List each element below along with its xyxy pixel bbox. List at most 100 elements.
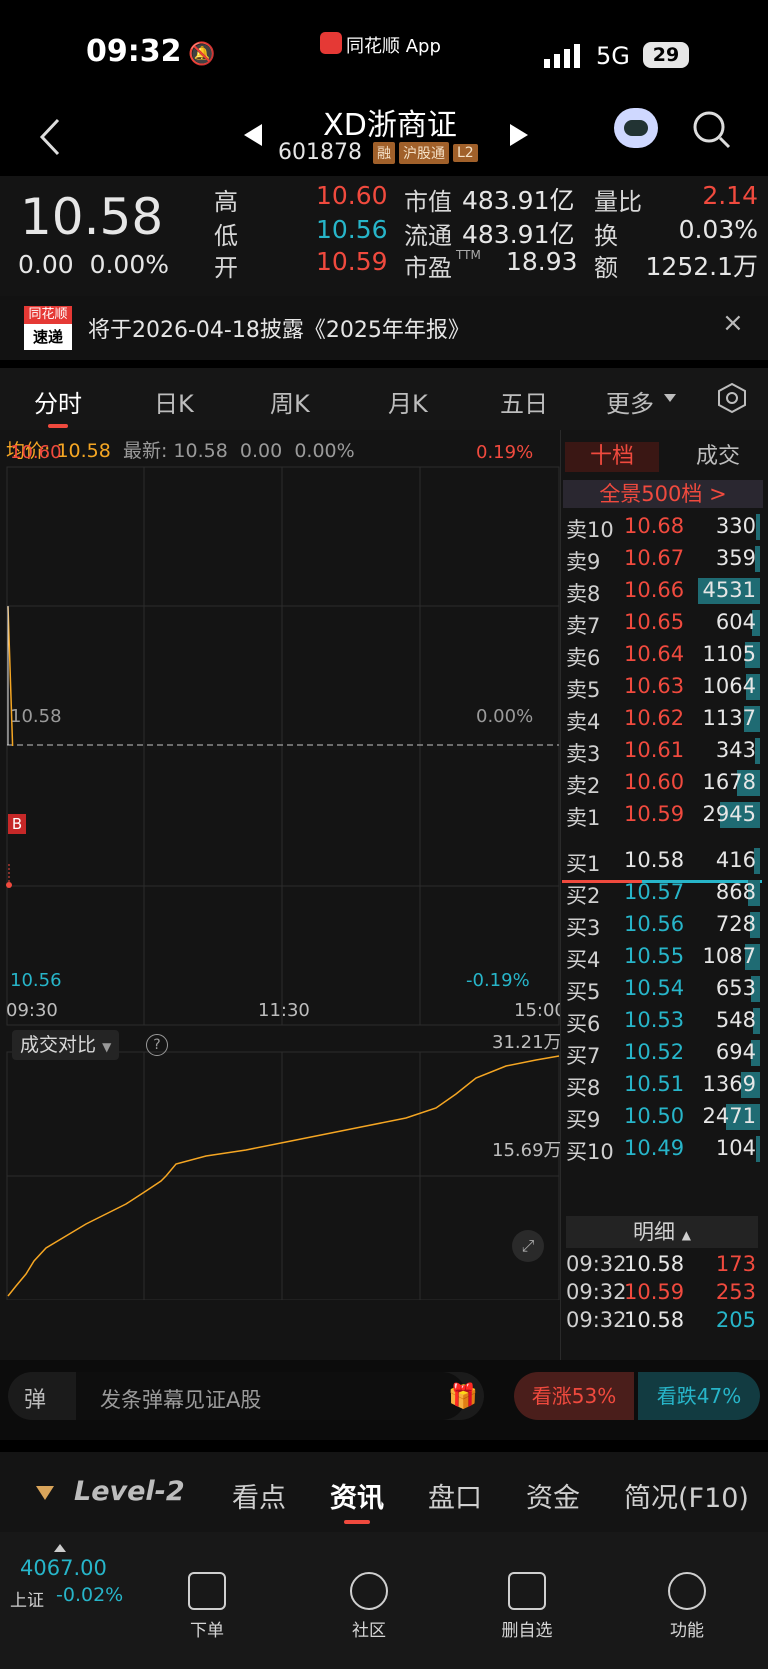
mktcap-label: 市值 [404,188,452,216]
tab-news[interactable]: 资讯 [330,1476,384,1515]
level-label: 买6 [566,1012,601,1036]
level-label: 卖8 [566,582,601,606]
menu-circle-icon [668,1572,706,1610]
ask-row[interactable]: 卖7 10.65 604 [562,606,760,640]
back-icon[interactable] [38,118,62,156]
tab-funds[interactable]: 资金 [526,1476,580,1515]
level-volume: 548 [715,1008,756,1032]
level-label: 买2 [566,884,601,908]
level-label: 卖10 [566,518,614,542]
bid-row[interactable]: 买1 10.58 416 [562,844,760,878]
tab-more[interactable]: 更多 [606,384,654,419]
tab-indicator [48,424,68,428]
nav-community[interactable]: 社区 [324,1572,414,1641]
help-icon[interactable]: ? [146,1034,168,1056]
bullish-vote-button[interactable]: 看涨53% [514,1372,634,1420]
tab-highlights[interactable]: 看点 [232,1476,286,1515]
close-icon[interactable]: × [722,308,744,338]
nav-remove-watchlist[interactable]: 删自选 [482,1572,572,1641]
index-value[interactable]: 4067.00 [20,1556,107,1580]
bid-row[interactable]: 买4 10.55 1087 [562,940,760,974]
assistant-robot-icon[interactable] [614,108,658,148]
status-app-name: 同花顺 App [346,36,441,57]
latest-chg: 0.00 [239,440,283,462]
danmu-input[interactable]: 弹 发条弹幕见证A股 🎁 [8,1372,484,1420]
latest-pct: 0.00% [294,440,355,462]
tab-overview[interactable]: 简况(F10) [624,1476,749,1515]
nav-order[interactable]: 下单 [162,1572,252,1641]
bid-row[interactable]: 买8 10.51 1369 [562,1068,760,1102]
ask-row[interactable]: 卖5 10.63 1064 [562,670,760,704]
amount-label: 额 [594,254,618,282]
search-icon[interactable] [692,110,732,150]
bottom-tab-indicator [344,1520,370,1524]
level-volume: 1064 [702,674,756,698]
tab-five-day[interactable]: 五日 [500,384,548,419]
bid-row[interactable]: 买2 10.57 868 [562,876,760,910]
ask-row[interactable]: 卖2 10.60 1678 [562,766,760,800]
buy-marker-badge[interactable]: B [8,814,26,834]
tab-weekly[interactable]: 周K [270,384,310,419]
volume-selector[interactable]: 成交对比 ▼ [12,1030,120,1060]
detail-header[interactable]: 明细 ▲ [566,1216,758,1248]
vol-top-label: 31.21万 [492,1032,562,1053]
intraday-chart[interactable] [6,466,560,1300]
bid-row[interactable]: 买5 10.54 653 [562,972,760,1006]
ask-row[interactable]: 卖4 10.62 1137 [562,702,760,736]
level-price: 10.56 [624,912,685,936]
level-label: 卖6 [566,646,601,670]
tab-monthly[interactable]: 月K [388,384,428,419]
level-price: 10.65 [624,610,685,634]
chart-period-tabs: 分时 日K 周K 月K 五日 更多 [0,368,768,430]
danmu-bar: 弹 发条弹幕见证A股 🎁 看涨53% 看跌47% [0,1360,768,1440]
level-price: 10.68 [624,514,685,538]
level-label: 买10 [566,1140,614,1164]
index-expand-icon[interactable] [54,1544,66,1552]
notice-badge-top: 同花顺 [24,306,72,324]
panorama-500-button[interactable]: 全景500档 > [563,480,763,508]
gift-icon[interactable]: 🎁 [448,1382,478,1410]
ask-row[interactable]: 卖8 10.66 4531 [562,574,760,608]
ask-row[interactable]: 卖10 10.68 330 [562,510,760,544]
bid-row[interactable]: 买7 10.52 694 [562,1036,760,1070]
fullscreen-icon[interactable]: ⤢ [512,1230,544,1262]
level-volume: 1369 [702,1072,756,1096]
notice-badge-bottom: 速递 [24,324,72,350]
bid-row[interactable]: 买3 10.56 728 [562,908,760,942]
level-volume: 1678 [702,770,756,794]
level-price: 10.59 [624,802,685,826]
pe-value: 18.93 [506,247,578,276]
index-pct: -0.02% [56,1584,124,1606]
tab-daily[interactable]: 日K [154,384,194,419]
tab-level2[interactable]: Level-2 [74,1476,185,1507]
x-label-open: 09:30 [6,1000,58,1021]
level-price: 10.60 [624,770,685,794]
notice-badge: 同花顺 速递 [24,306,72,352]
nav-functions-label: 功能 [670,1621,704,1641]
bearish-vote-button[interactable]: 看跌47% [638,1372,760,1420]
bottom-nav: 4067.00 上证 -0.02% 下单 社区 删自选 功能 [0,1532,768,1669]
trade-price: 10.58 [624,1308,685,1332]
bid-row[interactable]: 买6 10.53 548 [562,1004,760,1038]
tab-orderbook[interactable]: 盘口 [428,1476,482,1515]
level-price: 10.54 [624,976,685,1000]
ask-row[interactable]: 卖1 10.59 2945 [562,798,760,832]
bid-row[interactable]: 买9 10.50 2471 [562,1100,760,1134]
nav-order-label: 下单 [190,1621,224,1641]
nav-functions[interactable]: 功能 [642,1572,732,1641]
tab-trades[interactable]: 成交 [673,442,763,472]
bid-row[interactable]: 买10 10.49 104 [562,1132,760,1166]
ask-row[interactable]: 卖6 10.64 1105 [562,638,760,672]
open-value: 10.59 [316,247,388,276]
ask-row[interactable]: 卖3 10.61 343 [562,734,760,768]
next-stock-icon[interactable] [508,124,528,146]
settings-hex-icon[interactable] [716,382,748,414]
level-volume: 868 [715,880,756,904]
prev-stock-icon[interactable] [244,124,264,146]
ask-row[interactable]: 卖9 10.67 359 [562,542,760,576]
x-label-close: 15:00 [514,1000,566,1021]
notice-bar[interactable]: 同花顺 速递 将于2026-04-18披露《2025年年报》 × [0,296,768,360]
tab-intraday[interactable]: 分时 [34,384,82,419]
tab-ten-levels[interactable]: 十档 [565,442,659,472]
low-value: 10.56 [316,215,388,244]
